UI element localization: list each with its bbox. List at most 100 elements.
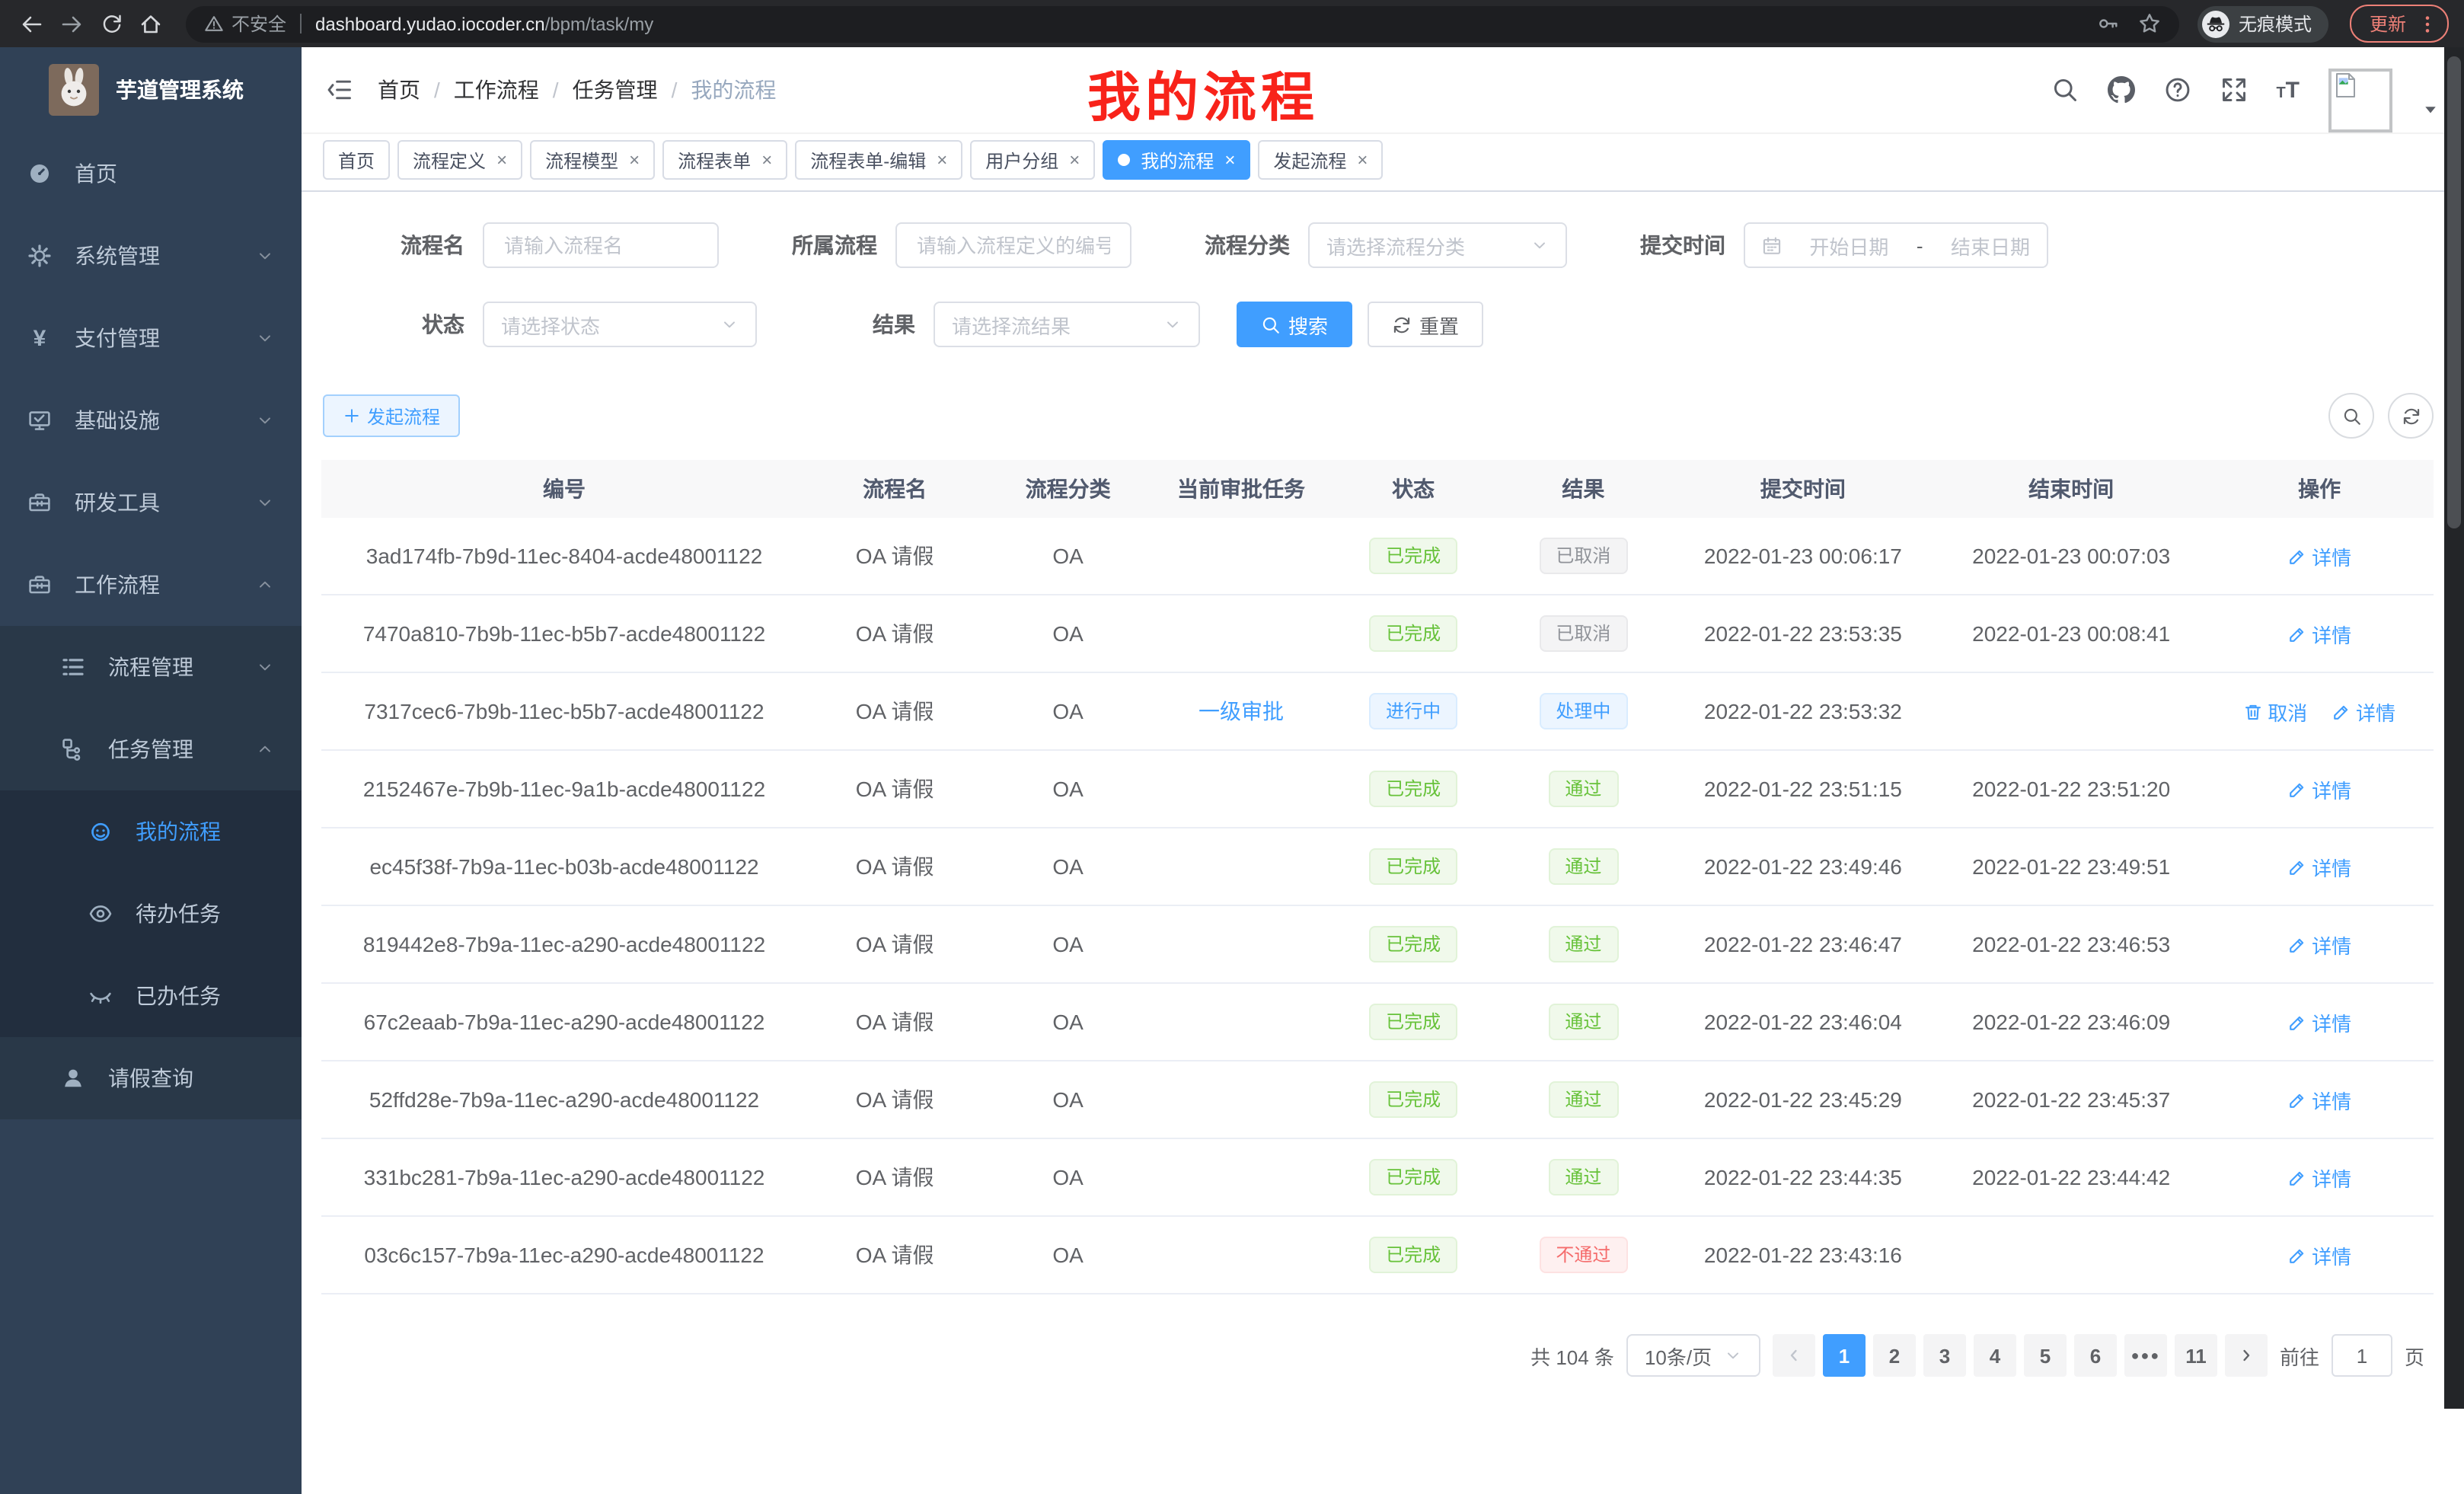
next-page-button[interactable]: [2225, 1334, 2268, 1377]
bookmark-star-icon[interactable]: [2138, 12, 2161, 35]
detail-link[interactable]: 详情: [2287, 619, 2351, 648]
sidebar-item-done-tasks[interactable]: 已办任务: [0, 955, 302, 1037]
detail-link[interactable]: 详情: [2287, 1240, 2351, 1269]
avatar[interactable]: [2328, 69, 2392, 132]
category-select[interactable]: 请选择流程分类: [1308, 222, 1567, 268]
page-button-2[interactable]: 2: [1873, 1334, 1916, 1377]
kebab-menu-icon[interactable]: [2417, 13, 2438, 34]
close-icon[interactable]: ×: [761, 151, 772, 169]
tab-process-form[interactable]: 流程表单×: [662, 140, 787, 180]
close-icon[interactable]: ×: [1224, 151, 1235, 169]
close-icon[interactable]: ×: [1069, 151, 1080, 169]
goto-page-input[interactable]: [2332, 1334, 2392, 1377]
detail-link[interactable]: 详情: [2287, 852, 2351, 881]
detail-link[interactable]: 详情: [2287, 1085, 2351, 1114]
sidebar-item-task-mgmt[interactable]: 任务管理: [0, 708, 302, 790]
github-icon[interactable]: [2107, 76, 2134, 104]
detail-link[interactable]: 详情: [2332, 697, 2395, 726]
table-row: 819442e8-7b9a-11ec-a290-acde48001122 OA …: [321, 905, 2434, 983]
home-icon[interactable]: [134, 7, 168, 40]
tab-process-form-edit[interactable]: 流程表单-编辑×: [795, 140, 962, 180]
breadcrumb-item[interactable]: 任务管理: [573, 75, 658, 105]
start-process-button[interactable]: 发起流程: [323, 394, 460, 437]
window-scrollbar[interactable]: [2444, 47, 2464, 1409]
sidebar-item-my-process[interactable]: 我的流程: [0, 790, 302, 873]
chrome-update-button[interactable]: 更新: [2350, 5, 2449, 43]
tab-label: 发起流程: [1273, 147, 1346, 173]
sidebar-item-workflow[interactable]: 工作流程: [0, 544, 302, 626]
sidebar-item-infra[interactable]: 基础设施: [0, 379, 302, 461]
caret-down-icon[interactable]: [2421, 101, 2440, 119]
sidebar-item-todo-tasks[interactable]: 待办任务: [0, 873, 302, 955]
breadcrumb-item[interactable]: 工作流程: [454, 75, 539, 105]
detail-link[interactable]: 详情: [2287, 774, 2351, 803]
current-task-link[interactable]: 一级审批: [1198, 699, 1284, 723]
scrollbar-thumb[interactable]: [2447, 56, 2461, 528]
prev-page-button[interactable]: [1773, 1334, 1815, 1377]
sidebar-item-home[interactable]: 首页: [0, 132, 302, 215]
back-icon[interactable]: [15, 7, 49, 40]
result-select[interactable]: 请选择流结果: [934, 302, 1200, 347]
detail-link[interactable]: 详情: [2287, 1007, 2351, 1036]
app-logo[interactable]: 芋道管理系统: [0, 47, 302, 132]
cell-end-time: 2022-01-22 23:46:53: [1937, 905, 2205, 983]
sidebar-fold-icon[interactable]: [326, 76, 353, 104]
page-button-1[interactable]: 1: [1823, 1334, 1866, 1377]
sidebar-item-payment[interactable]: ¥ 支付管理: [0, 297, 302, 379]
process-name-input[interactable]: [501, 232, 701, 258]
page-button-3[interactable]: 3: [1923, 1334, 1966, 1377]
close-icon[interactable]: ×: [629, 151, 640, 169]
reload-icon[interactable]: [94, 7, 128, 40]
sidebar-item-process-mgmt[interactable]: 流程管理: [0, 626, 302, 708]
eye-closed-icon: [88, 984, 113, 1008]
incognito-badge: 无痕模式: [2197, 5, 2328, 42]
close-icon[interactable]: ×: [937, 151, 947, 169]
page-button-4[interactable]: 4: [1974, 1334, 2016, 1377]
tab-my-process[interactable]: 我的流程×: [1103, 140, 1250, 180]
search-icon[interactable]: [2051, 76, 2078, 104]
tab-user-group[interactable]: 用户分组×: [970, 140, 1095, 180]
sidebar-item-leave-query[interactable]: 请假查询: [0, 1037, 302, 1119]
page-button-11[interactable]: 11: [2175, 1334, 2217, 1377]
detail-link[interactable]: 详情: [2287, 541, 2351, 570]
table-row: ec45f38f-7b9a-11ec-b03b-acde48001122 OA …: [321, 828, 2434, 905]
page-button-5[interactable]: 5: [2024, 1334, 2067, 1377]
fullscreen-icon[interactable]: [2220, 76, 2247, 104]
forward-icon[interactable]: [55, 7, 88, 40]
cell-id: 819442e8-7b9a-11ec-a290-acde48001122: [321, 905, 807, 983]
process-definition-input[interactable]: [914, 232, 1113, 258]
tab-home[interactable]: 首页: [323, 140, 390, 180]
sidebar-item-devtools[interactable]: 研发工具: [0, 461, 302, 544]
cancel-link[interactable]: 取消: [2243, 697, 2307, 726]
tab-process-model[interactable]: 流程模型×: [530, 140, 655, 180]
security-indicator[interactable]: 不安全: [204, 11, 286, 37]
search-button[interactable]: 搜索: [1237, 302, 1352, 347]
address-bar[interactable]: 不安全 dashboard.yudao.iocoder.cn /bpm/task…: [186, 5, 2179, 42]
detail-label: 详情: [2312, 619, 2351, 648]
tab-start-process[interactable]: 发起流程 ×: [1258, 140, 1383, 180]
detail-link[interactable]: 详情: [2287, 1163, 2351, 1192]
edit-icon: [2287, 1090, 2307, 1109]
goto-unit: 页: [2405, 1341, 2424, 1370]
refresh-table-button[interactable]: [2388, 393, 2434, 439]
close-icon[interactable]: ×: [1357, 151, 1368, 169]
password-key-icon[interactable]: [2097, 12, 2120, 35]
page-size-select[interactable]: 10条/页: [1626, 1334, 1760, 1377]
app-window: 不安全 dashboard.yudao.iocoder.cn /bpm/task…: [0, 0, 2464, 1494]
detail-link[interactable]: 详情: [2287, 930, 2351, 959]
reset-button[interactable]: 重置: [1368, 302, 1483, 347]
tab-process-definition[interactable]: 流程定义×: [397, 140, 522, 180]
hide-search-button[interactable]: [2328, 393, 2374, 439]
status-select[interactable]: 请选择状态: [483, 302, 757, 347]
col-header-submit-time: 提交时间: [1669, 460, 1937, 518]
toolbox-icon: [27, 490, 52, 515]
breadcrumb-item[interactable]: 首页: [378, 75, 420, 105]
sidebar-item-system[interactable]: 系统管理: [0, 215, 302, 297]
date-range-picker[interactable]: 开始日期 - 结束日期: [1744, 222, 2048, 268]
page-button-6[interactable]: 6: [2074, 1334, 2117, 1377]
edit-icon: [2287, 857, 2307, 876]
close-icon[interactable]: ×: [496, 151, 507, 169]
help-icon[interactable]: [2163, 76, 2191, 104]
font-size-icon[interactable]: TT: [2276, 78, 2300, 101]
more-pages-button[interactable]: ●●●: [2124, 1334, 2167, 1377]
